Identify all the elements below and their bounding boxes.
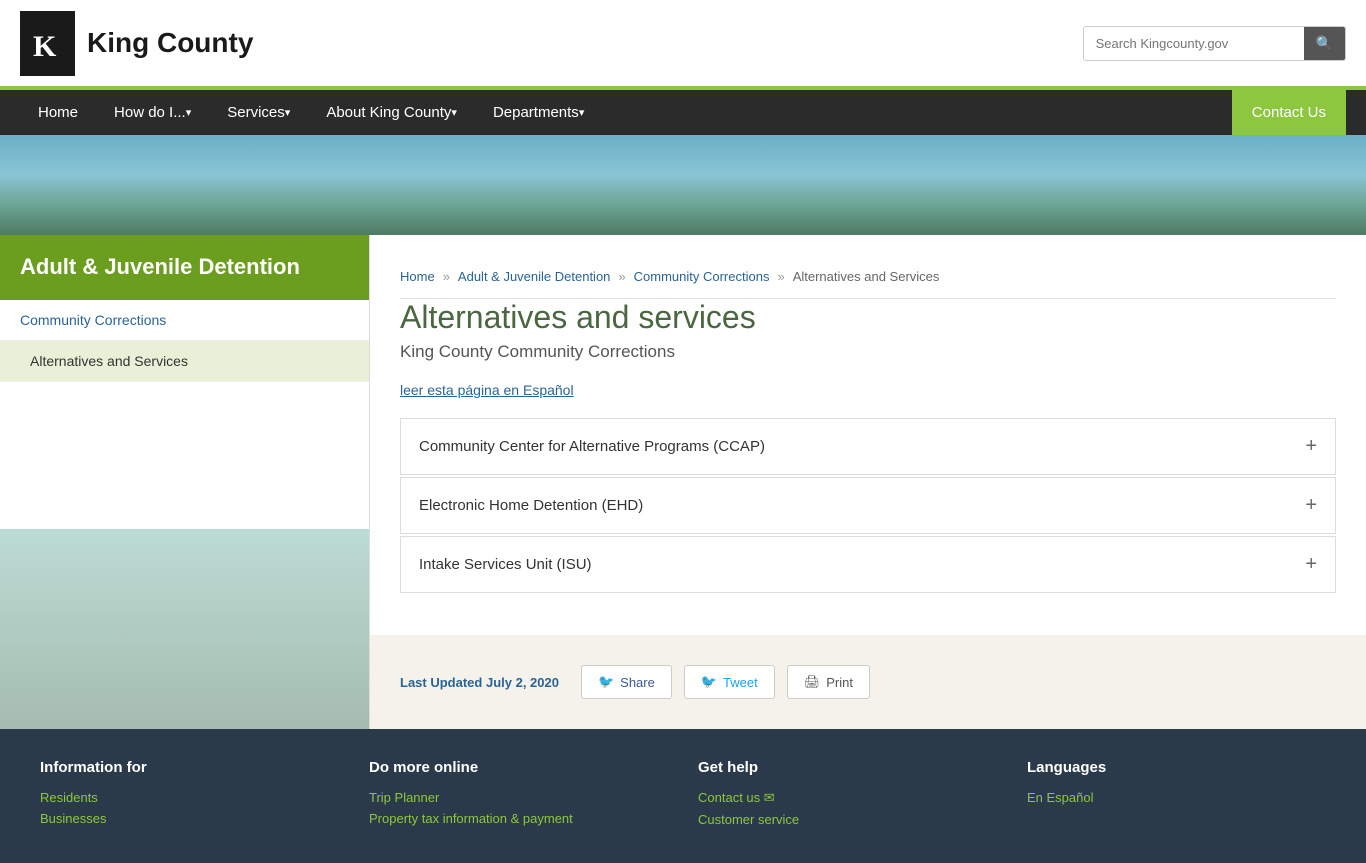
breadcrumb-current: Alternatives and Services <box>793 269 940 284</box>
nav-how-do-i[interactable]: How do I... <box>96 90 209 135</box>
footer-link-property-tax[interactable]: Property tax information & payment <box>369 811 668 826</box>
footer-actions: Last Updated July 2, 2020 🐦 Share 🐦 Twee… <box>370 635 1366 729</box>
page-subtitle: King County Community Corrections <box>400 342 1336 362</box>
breadcrumb-corrections[interactable]: Community Corrections <box>634 269 770 284</box>
sidebar-title: Adult & Juvenile Detention <box>0 235 369 300</box>
accordion-item-isu: Intake Services Unit (ISU) + <box>400 536 1336 593</box>
print-button[interactable]: 🖨 Print <box>787 665 870 699</box>
breadcrumb-detention[interactable]: Adult & Juvenile Detention <box>458 269 610 284</box>
content-area: Home » Adult & Juvenile Detention » Comm… <box>370 235 1366 729</box>
print-icon: 🖨 <box>804 674 821 690</box>
footer-link-espanol[interactable]: En Español <box>1027 790 1326 805</box>
footer-link-residents[interactable]: Residents <box>40 790 339 805</box>
site-footer: Information for Residents Businesses Do … <box>0 729 1366 863</box>
last-updated-label: Last Updated <box>400 675 482 690</box>
tweet-label: Tweet <box>723 675 758 690</box>
footer-col-info: Information for Residents Businesses <box>40 759 339 833</box>
print-label: Print <box>826 675 853 690</box>
accordion-title-ccap: Community Center for Alternative Program… <box>419 438 765 455</box>
page-title: Alternatives and services <box>400 299 1336 336</box>
sidebar-bg-image <box>0 529 369 729</box>
search-input[interactable] <box>1084 29 1304 58</box>
footer-col-online: Do more online Trip Planner Property tax… <box>369 759 668 833</box>
accordion-header-ehd[interactable]: Electronic Home Detention (EHD) + <box>401 478 1335 533</box>
search-button[interactable]: 🔍 <box>1304 27 1345 60</box>
nav-about[interactable]: About King County <box>308 90 475 135</box>
tweet-button[interactable]: 🐦 Tweet <box>684 665 775 699</box>
logo-icon: K <box>20 11 75 76</box>
facebook-icon: 🐦 <box>598 674 614 690</box>
breadcrumb-sep-3: » <box>777 269 784 284</box>
logo-area: K King County <box>20 11 253 76</box>
svg-text:K: K <box>33 30 57 63</box>
sidebar-item-community-corrections[interactable]: Community Corrections <box>0 300 369 341</box>
nav-departments[interactable]: Departments <box>475 90 602 135</box>
footer-link-customer-service[interactable]: Customer service <box>698 812 997 827</box>
spanish-link[interactable]: leer esta página en Español <box>400 382 574 398</box>
breadcrumb-sep-2: » <box>618 269 625 284</box>
main-nav: Home How do I... Services About King Cou… <box>0 90 1366 135</box>
share-label: Share <box>620 675 655 690</box>
nav-home[interactable]: Home <box>20 90 96 135</box>
last-updated: Last Updated July 2, 2020 <box>400 675 559 690</box>
footer-link-businesses[interactable]: Businesses <box>40 811 339 826</box>
sidebar-link-alternatives[interactable]: Alternatives and Services <box>0 341 369 382</box>
logo-text: King County <box>87 27 253 59</box>
share-facebook-button[interactable]: 🐦 Share <box>581 665 672 699</box>
breadcrumb-home[interactable]: Home <box>400 269 435 284</box>
nav-services[interactable]: Services <box>209 90 308 135</box>
accordion-header-isu[interactable]: Intake Services Unit (ISU) + <box>401 537 1335 592</box>
breadcrumb-sep-1: » <box>443 269 450 284</box>
footer-link-contact[interactable]: Contact us ✉ <box>698 790 997 806</box>
site-header: K King County 🔍 <box>0 0 1366 90</box>
accordion-header-ccap[interactable]: Community Center for Alternative Program… <box>401 419 1335 474</box>
twitter-icon: 🐦 <box>701 674 717 690</box>
main-layout: Adult & Juvenile Detention Community Cor… <box>0 235 1366 729</box>
accordion-item-ehd: Electronic Home Detention (EHD) + <box>400 477 1336 534</box>
accordion-plus-isu: + <box>1305 553 1317 576</box>
footer-grid: Information for Residents Businesses Do … <box>40 759 1326 833</box>
accordion-title-isu: Intake Services Unit (ISU) <box>419 556 592 573</box>
last-updated-date: July 2, 2020 <box>486 675 559 690</box>
accordion-title-ehd: Electronic Home Detention (EHD) <box>419 497 643 514</box>
sidebar-link-community-corrections[interactable]: Community Corrections <box>0 300 369 341</box>
sidebar: Adult & Juvenile Detention Community Cor… <box>0 235 370 729</box>
sidebar-item-alternatives[interactable]: Alternatives and Services <box>0 341 369 382</box>
footer-link-trip-planner[interactable]: Trip Planner <box>369 790 668 805</box>
nav-cta[interactable]: Contact Us <box>1232 90 1346 135</box>
footer-col-languages: Languages En Español <box>1027 759 1326 833</box>
breadcrumb: Home » Adult & Juvenile Detention » Comm… <box>400 255 1336 298</box>
sidebar-nav: Community Corrections Alternatives and S… <box>0 300 369 382</box>
accordion-plus-ccap: + <box>1305 435 1317 458</box>
footer-col-help: Get help Contact us ✉ Customer service <box>698 759 997 833</box>
search-bar: 🔍 <box>1083 26 1346 61</box>
hero-banner <box>0 135 1366 235</box>
accordion-item-ccap: Community Center for Alternative Program… <box>400 418 1336 475</box>
accordion-plus-ehd: + <box>1305 494 1317 517</box>
content-inner: Home » Adult & Juvenile Detention » Comm… <box>370 235 1366 635</box>
